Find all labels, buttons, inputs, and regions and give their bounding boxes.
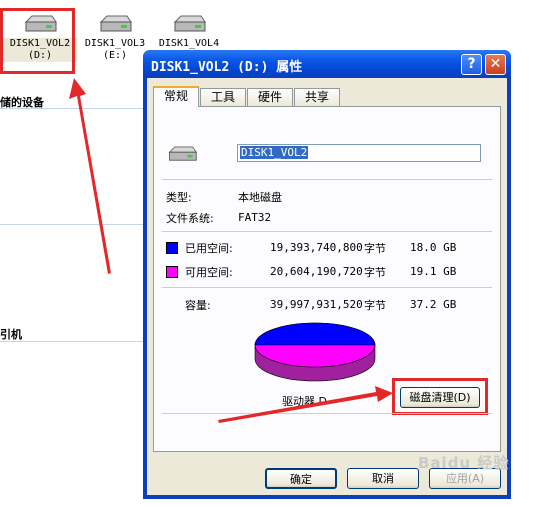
tab-tools[interactable]: 工具 bbox=[200, 88, 246, 106]
separator bbox=[162, 287, 492, 288]
close-button[interactable]: ✕ bbox=[485, 54, 506, 75]
used-space-unit: 字节 bbox=[364, 242, 386, 255]
highlight-drive-d bbox=[0, 8, 75, 74]
hard-drive-icon bbox=[173, 15, 206, 32]
ok-button[interactable]: 确定 bbox=[265, 468, 337, 489]
watermark: Baidu 经验 bbox=[418, 454, 510, 472]
type-label: 类型: bbox=[166, 191, 192, 204]
free-space-size: 19.1 GB bbox=[410, 265, 457, 278]
capacity-bytes: 39,997,931,520 bbox=[270, 298, 363, 311]
title-bar[interactable]: DISK1_VOL2 (D:) 属性 ? ✕ bbox=[143, 50, 511, 78]
free-space-unit: 字节 bbox=[364, 266, 386, 279]
tab-sharing[interactable]: 共享 bbox=[294, 88, 340, 106]
drive-icon-f[interactable]: DISK1_VOL4 bbox=[152, 12, 226, 50]
used-space-swatch bbox=[166, 242, 178, 254]
pie-slice-used bbox=[254, 322, 376, 346]
capacity-unit: 字节 bbox=[364, 299, 386, 312]
sidebar-divider bbox=[0, 224, 148, 225]
dialog-client: 常规 工具 硬件 共享 DISK1_VOL2 类型: 本地磁盘 文件系统: FA… bbox=[147, 78, 507, 495]
type-value: 本地磁盘 bbox=[238, 191, 282, 204]
drive-icon-e[interactable]: DISK1_VOL3 (E:) bbox=[78, 12, 152, 62]
separator bbox=[162, 179, 492, 180]
free-space-label: 可用空间: bbox=[185, 266, 233, 279]
hard-drive-icon bbox=[168, 146, 198, 161]
used-space-bytes: 19,393,740,800 bbox=[270, 241, 363, 254]
free-space-bytes: 20,604,190,720 bbox=[270, 265, 363, 278]
capacity-size: 37.2 GB bbox=[410, 298, 457, 311]
help-button[interactable]: ? bbox=[461, 54, 482, 75]
drive-name: DISK1_VOL3 bbox=[84, 38, 146, 49]
sidebar-divider bbox=[0, 341, 148, 342]
filesystem-label: 文件系统: bbox=[166, 212, 214, 225]
tab-hardware[interactable]: 硬件 bbox=[247, 88, 293, 106]
separator bbox=[162, 413, 492, 414]
highlight-cleanup bbox=[392, 378, 488, 415]
drive-letter: (E:) bbox=[102, 50, 128, 61]
sidebar-heading-devices: 储的设备 bbox=[0, 96, 44, 109]
free-space-swatch bbox=[166, 266, 178, 278]
capacity-label: 容量: bbox=[185, 299, 211, 312]
filesystem-value: FAT32 bbox=[238, 211, 272, 224]
drive-caption: 驱动器 D bbox=[282, 395, 327, 408]
dialog-title: DISK1_VOL2 (D:) 属性 bbox=[151, 60, 303, 75]
volume-label-value: DISK1_VOL2 bbox=[240, 146, 309, 159]
separator bbox=[162, 231, 492, 232]
volume-label-input[interactable]: DISK1_VOL2 bbox=[237, 144, 481, 162]
tab-general[interactable]: 常规 bbox=[153, 86, 199, 107]
drive-name: DISK1_VOL4 bbox=[158, 38, 220, 49]
cancel-button[interactable]: 取消 bbox=[347, 468, 419, 489]
general-panel: DISK1_VOL2 类型: 本地磁盘 文件系统: FAT32 已用空间: 19… bbox=[153, 106, 501, 452]
used-space-label: 已用空间: bbox=[185, 242, 233, 255]
hard-drive-icon bbox=[99, 15, 132, 32]
properties-dialog: DISK1_VOL2 (D:) 属性 ? ✕ 常规 工具 硬件 共享 DISK1… bbox=[143, 50, 511, 499]
used-space-size: 18.0 GB bbox=[410, 241, 457, 254]
sidebar-heading-computer: 引机 bbox=[0, 328, 22, 341]
disk-usage-pie bbox=[254, 322, 376, 382]
